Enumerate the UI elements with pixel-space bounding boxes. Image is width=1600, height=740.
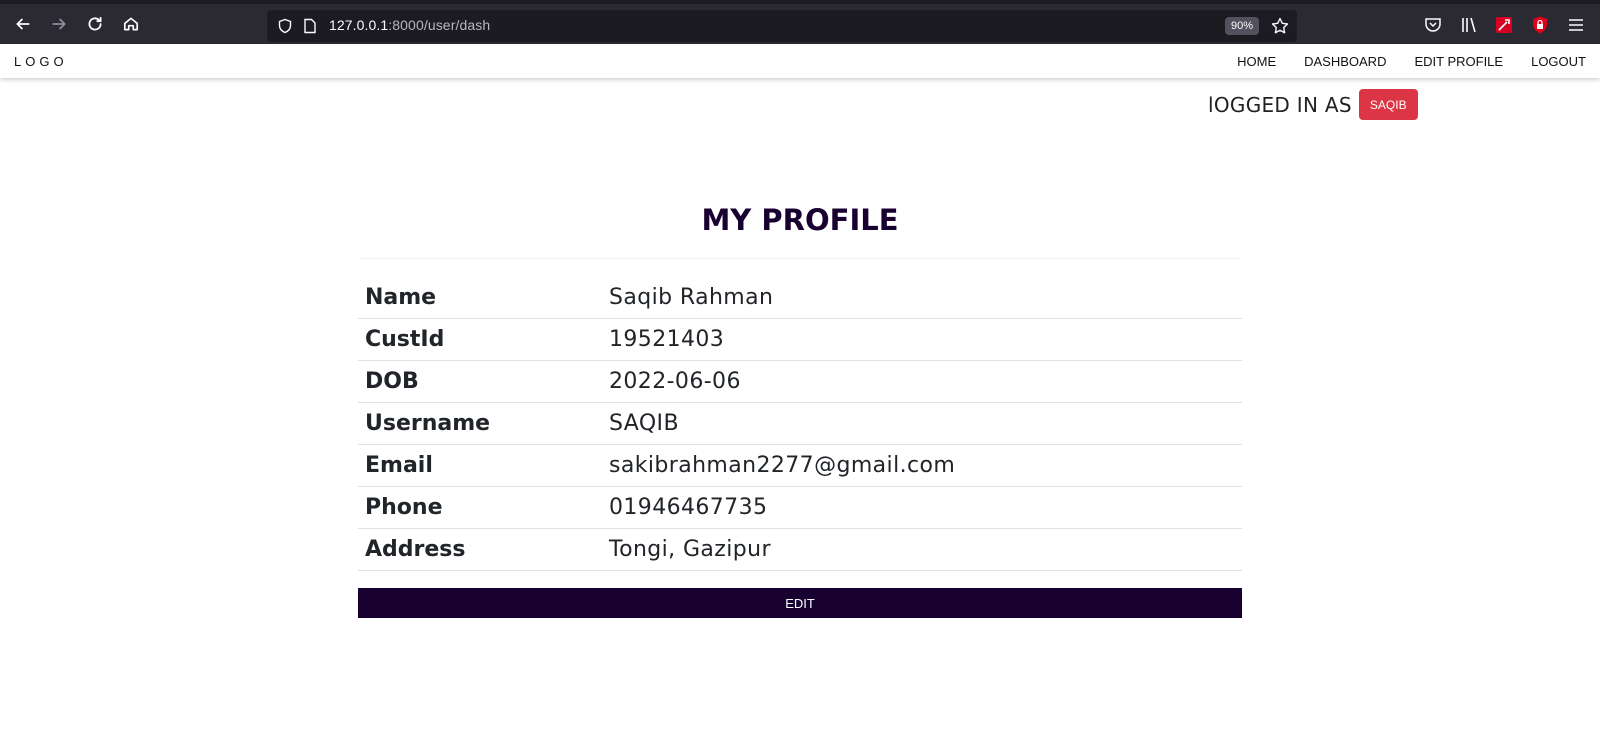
site-navbar: LOGO HOME DASHBOARD EDIT PROFILE LOGOUT	[0, 44, 1600, 78]
forward-icon[interactable]	[47, 12, 71, 36]
profile-label: Username	[365, 411, 491, 436]
menu-icon[interactable]	[1566, 15, 1586, 35]
profile-row-username: Username SAQIB	[358, 403, 1242, 445]
profile-value: 19521403	[609, 327, 725, 352]
profile-row-phone: Phone 01946467735	[358, 487, 1242, 529]
profile-label: Name	[365, 285, 437, 310]
nav-dashboard-link[interactable]: DASHBOARD	[1304, 54, 1386, 69]
profile-value: 2022-06-06	[609, 369, 741, 394]
page-title: MY PROFILE	[701, 203, 899, 237]
shield-icon[interactable]	[277, 18, 293, 34]
browser-toolbar: 127.0.0.1:8000/user/dash 90%	[0, 0, 1600, 44]
ublock-icon[interactable]	[1530, 15, 1550, 35]
url-bar[interactable]: 127.0.0.1:8000/user/dash 90%	[267, 10, 1297, 42]
site-logo[interactable]: LOGO	[14, 54, 68, 69]
url-path: :8000/user/dash	[388, 17, 491, 33]
profile-row-dob: DOB 2022-06-06	[358, 361, 1242, 403]
profile-label: Address	[365, 537, 466, 562]
logged-in-indicator: lOGGED IN AS SAQIB	[1208, 89, 1418, 120]
profile-value: SAQIB	[609, 411, 679, 436]
profile-value: Tongi, Gazipur	[609, 537, 771, 562]
profile-label: Phone	[365, 495, 443, 520]
star-icon[interactable]	[1270, 16, 1290, 36]
extension-icon[interactable]	[1494, 15, 1514, 35]
username-badge[interactable]: SAQIB	[1358, 89, 1418, 120]
profile-row-address: Address Tongi, Gazipur	[358, 529, 1242, 571]
nav-home-link[interactable]: HOME	[1237, 54, 1276, 69]
profile-value: 01946467735	[609, 495, 768, 520]
profile-row-email: Email sakibrahman2277@gmail.com	[358, 445, 1242, 487]
profile-label: Email	[365, 453, 433, 478]
page-icon[interactable]	[303, 18, 317, 34]
edit-profile-button[interactable]: EDIT	[358, 588, 1242, 618]
url-host: 127.0.0.1	[329, 17, 389, 33]
library-icon[interactable]	[1459, 15, 1479, 35]
nav-edit-profile-link[interactable]: EDIT PROFILE	[1414, 54, 1503, 69]
home-icon[interactable]	[119, 12, 143, 36]
profile-row-custid: CustId 19521403	[358, 319, 1242, 361]
zoom-level-button[interactable]: 90%	[1225, 17, 1259, 35]
profile-label: DOB	[365, 369, 419, 394]
logged-in-label: lOGGED IN AS	[1208, 92, 1352, 117]
profile-label: CustId	[365, 327, 445, 352]
nav-links: HOME DASHBOARD EDIT PROFILE LOGOUT	[1237, 54, 1586, 69]
nav-logout-link[interactable]: LOGOUT	[1531, 54, 1586, 69]
profile-value: sakibrahman2277@gmail.com	[609, 453, 956, 478]
url-text[interactable]: 127.0.0.1:8000/user/dash	[329, 17, 490, 33]
back-icon[interactable]	[11, 12, 35, 36]
pocket-icon[interactable]	[1423, 15, 1443, 35]
profile-table: Name Saqib Rahman CustId 19521403 DOB 20…	[358, 258, 1242, 571]
profile-row-name: Name Saqib Rahman	[358, 258, 1242, 319]
reload-icon[interactable]	[83, 12, 107, 36]
profile-value: Saqib Rahman	[609, 285, 774, 310]
